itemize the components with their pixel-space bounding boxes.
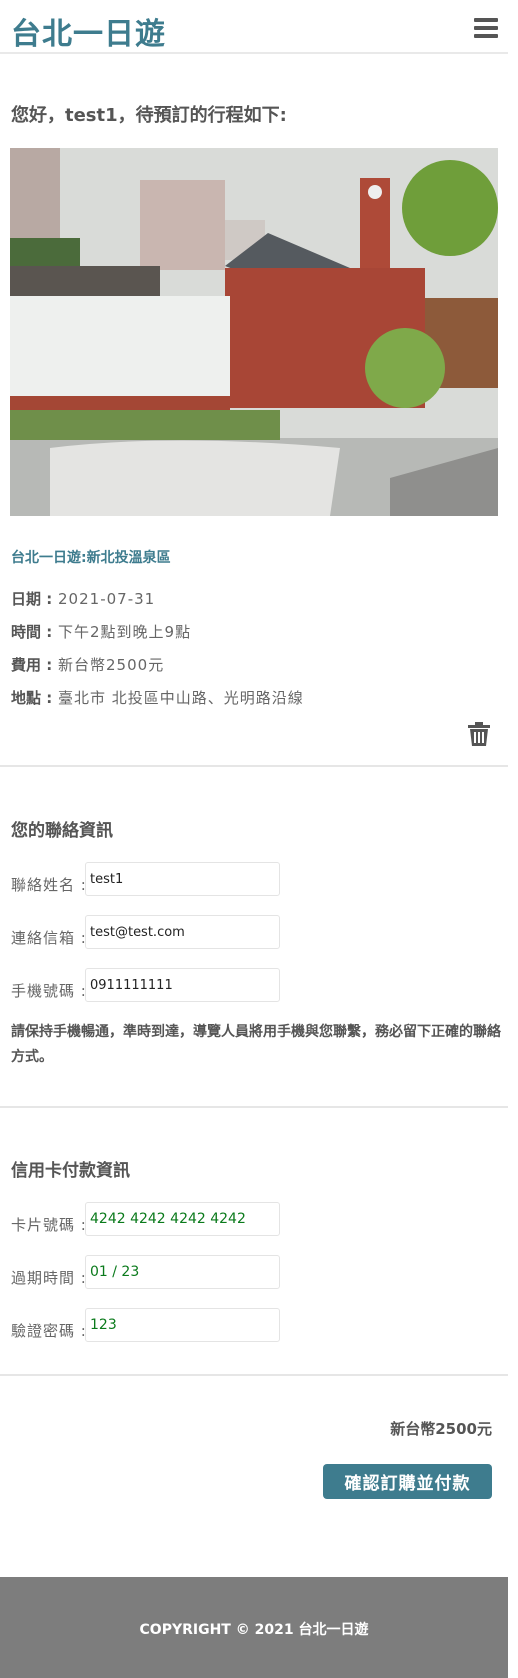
contact-email-field[interactable] xyxy=(85,915,280,949)
time-label: 時間 : xyxy=(11,623,53,641)
location-value: 臺北市 北投區中山路、光明路沿線 xyxy=(58,689,304,707)
divider xyxy=(0,1374,508,1376)
location-label: 地點 : xyxy=(11,689,53,707)
fee-value: 新台幣2500元 xyxy=(58,656,165,674)
hamburger-menu-icon[interactable] xyxy=(474,18,498,38)
time-value: 下午2點到晚上9點 xyxy=(58,623,192,641)
card-expiry-label: 過期時間 : xyxy=(11,1269,87,1287)
confirm-payment-button[interactable]: 確認訂購並付款 xyxy=(323,1464,492,1499)
header: 台北一日遊 xyxy=(0,0,508,54)
footer: COPYRIGHT © 2021 台北一日遊 xyxy=(0,1577,508,1678)
page: 台北一日遊 您好，test1，待預訂的行程如下: 台北一日遊:新北投溫泉區 日期… xyxy=(0,0,508,1678)
trash-icon[interactable] xyxy=(468,722,490,746)
greeting: 您好，test1，待預訂的行程如下: xyxy=(11,105,287,126)
contact-notice: 請保持手機暢通，準時到達，導覽人員將用手機與您聯繫，務必留下正確的聯絡方式。 xyxy=(11,1024,501,1065)
copyright-text: COPYRIGHT © 2021 台北一日遊 xyxy=(139,1622,369,1638)
contact-name-label: 聯絡姓名 : xyxy=(11,876,87,894)
trip-date: 日期 : 2021-07-31 xyxy=(11,588,155,609)
divider xyxy=(0,765,508,767)
card-number-label: 卡片號碼 : xyxy=(11,1216,87,1234)
card-expiry-field[interactable] xyxy=(85,1255,280,1289)
trip-title[interactable]: 台北一日遊:新北投溫泉區 xyxy=(11,547,171,567)
fee-label: 費用 : xyxy=(11,656,53,674)
date-label: 日期 : xyxy=(11,590,53,608)
contact-section-title: 您的聯絡資訊 xyxy=(11,821,113,841)
contact-email-label: 連絡信箱 : xyxy=(11,929,87,947)
divider xyxy=(0,1106,508,1108)
trip-photo xyxy=(10,148,498,516)
brand-logo[interactable]: 台北一日遊 xyxy=(11,9,166,53)
trip-fee: 費用 : 新台幣2500元 xyxy=(11,654,164,675)
contact-name-field[interactable] xyxy=(85,862,280,896)
trip-location: 地點 : 臺北市 北投區中山路、光明路沿線 xyxy=(11,687,304,708)
trip-time: 時間 : 下午2點到晚上9點 xyxy=(11,621,191,642)
contact-phone-label: 手機號碼 : xyxy=(11,982,87,1000)
card-number-field[interactable] xyxy=(85,1202,280,1236)
card-cvc-field[interactable] xyxy=(85,1308,280,1342)
order-total: 新台幣2500元 xyxy=(390,1420,492,1438)
card-cvc-label: 驗證密碼 : xyxy=(11,1322,87,1340)
contact-phone-field[interactable] xyxy=(85,968,280,1002)
payment-section-title: 信用卡付款資訊 xyxy=(11,1161,130,1181)
date-value: 2021-07-31 xyxy=(58,590,156,608)
building-photo-icon xyxy=(10,148,498,516)
